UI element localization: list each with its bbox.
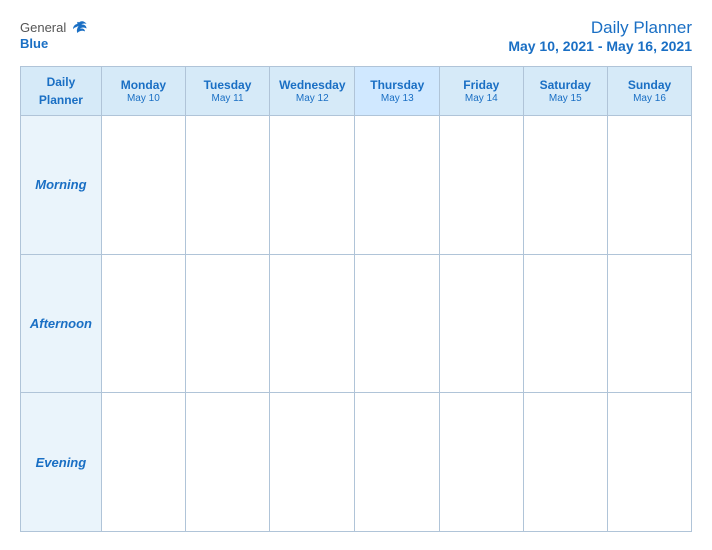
header-tuesday: Tuesday May 11	[185, 67, 269, 116]
afternoon-sunday[interactable]	[608, 254, 692, 393]
header-friday: Friday May 14	[440, 67, 524, 116]
header-wednesday: Wednesday May 12	[270, 67, 355, 116]
evening-monday[interactable]	[101, 393, 185, 532]
afternoon-row: Afternoon	[21, 254, 692, 393]
header-row: Daily Planner Monday May 10 Tuesday May …	[21, 67, 692, 116]
evening-sunday[interactable]	[608, 393, 692, 532]
morning-thursday[interactable]	[355, 116, 440, 255]
logo-blue-text: Blue	[20, 36, 48, 51]
header-saturday: Saturday May 15	[523, 67, 607, 116]
morning-tuesday[interactable]	[185, 116, 269, 255]
morning-wednesday[interactable]	[270, 116, 355, 255]
morning-monday[interactable]	[101, 116, 185, 255]
evening-wednesday[interactable]	[270, 393, 355, 532]
afternoon-saturday[interactable]	[523, 254, 607, 393]
title-area: Daily Planner May 10, 2021 - May 16, 202…	[508, 18, 692, 54]
logo-icon	[70, 18, 88, 36]
morning-friday[interactable]	[440, 116, 524, 255]
afternoon-thursday[interactable]	[355, 254, 440, 393]
table-header-label: Daily Planner	[21, 67, 102, 116]
afternoon-tuesday[interactable]	[185, 254, 269, 393]
evening-saturday[interactable]	[523, 393, 607, 532]
afternoon-monday[interactable]	[101, 254, 185, 393]
planner-date-range: May 10, 2021 - May 16, 2021	[508, 38, 692, 54]
logo-text: General	[20, 18, 88, 36]
evening-tuesday[interactable]	[185, 393, 269, 532]
header: General Blue Daily Planner May 10, 2021 …	[20, 18, 692, 54]
evening-row: Evening	[21, 393, 692, 532]
afternoon-friday[interactable]	[440, 254, 524, 393]
planner-table: Daily Planner Monday May 10 Tuesday May …	[20, 66, 692, 532]
header-thursday: Thursday May 13	[355, 67, 440, 116]
header-monday: Monday May 10	[101, 67, 185, 116]
page: General Blue Daily Planner May 10, 2021 …	[0, 0, 712, 550]
evening-label: Evening	[21, 393, 102, 532]
evening-friday[interactable]	[440, 393, 524, 532]
logo-area: General Blue	[20, 18, 88, 51]
afternoon-wednesday[interactable]	[270, 254, 355, 393]
header-daily-planner: Daily Planner	[39, 75, 83, 107]
morning-sunday[interactable]	[608, 116, 692, 255]
header-sunday: Sunday May 16	[608, 67, 692, 116]
evening-thursday[interactable]	[355, 393, 440, 532]
afternoon-label: Afternoon	[21, 254, 102, 393]
planner-title: Daily Planner	[508, 18, 692, 38]
morning-saturday[interactable]	[523, 116, 607, 255]
morning-row: Morning	[21, 116, 692, 255]
morning-label: Morning	[21, 116, 102, 255]
logo-general-text: General	[20, 20, 66, 35]
